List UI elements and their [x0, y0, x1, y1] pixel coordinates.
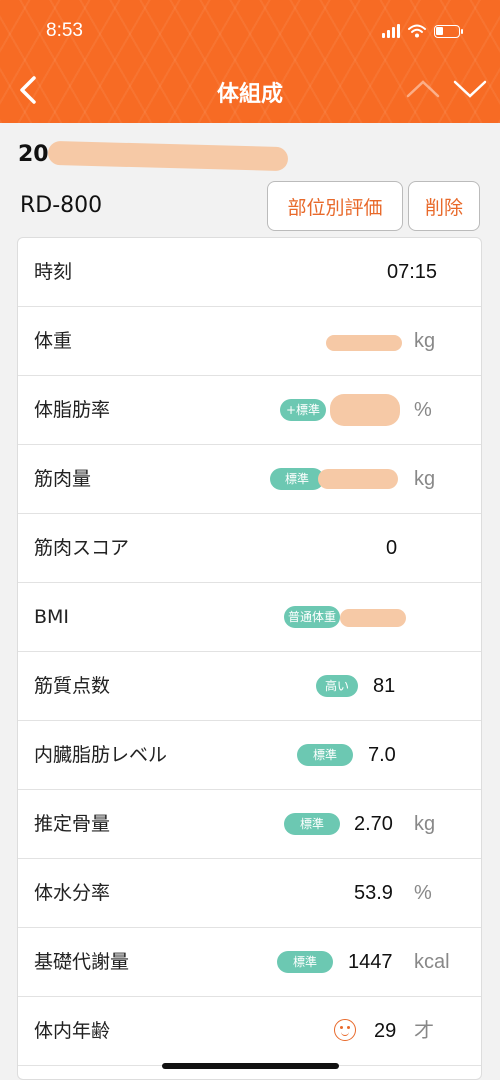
- row-muscle-quality: 筋質点数 高い 81: [18, 652, 481, 721]
- redaction: [47, 140, 289, 172]
- row-weight: 体重 kg: [18, 307, 481, 376]
- status-badge: 標準: [297, 744, 353, 766]
- row-label: 体重: [34, 330, 73, 352]
- face-icon: [334, 1019, 356, 1041]
- row-body-water: 体水分率 53.9 %: [18, 859, 481, 928]
- row-value: 2.70: [354, 813, 393, 835]
- row-label: 体内年齢: [34, 1020, 111, 1042]
- row-unit: kcal: [414, 951, 450, 973]
- row-time: 時刻 07:15: [18, 238, 481, 307]
- row-basal-metabolism: 基礎代謝量 標準 1447 kcal: [18, 928, 481, 997]
- row-label: BMI: [34, 606, 70, 628]
- row-label: 筋肉スコア: [34, 537, 130, 559]
- row-label: 筋肉量: [34, 468, 92, 490]
- row-unit: kg: [414, 468, 436, 490]
- redaction: [326, 335, 402, 351]
- row-value: 1447: [348, 951, 393, 973]
- device-name: RD-800: [20, 193, 103, 218]
- status-badge: 普通体重: [284, 606, 340, 628]
- redaction: [318, 469, 398, 489]
- header-bar: 8:53 体組成: [0, 0, 500, 123]
- row-muscle-mass: 筋肉量 標準 kg: [18, 445, 481, 514]
- row-unit: kg: [414, 813, 436, 835]
- status-badge: 標準: [284, 813, 340, 835]
- row-body-fat: 体脂肪率 +標準 %: [18, 376, 481, 445]
- row-label: 時刻: [34, 261, 73, 283]
- row-value: 53.9: [354, 882, 393, 904]
- home-indicator: [162, 1063, 339, 1069]
- status-icons: [382, 22, 463, 40]
- row-label: 筋質点数: [34, 675, 111, 697]
- chevron-up-icon: [406, 80, 440, 98]
- row-value: 29: [374, 1020, 397, 1042]
- row-muscle-score: 筋肉スコア 0: [18, 514, 481, 583]
- row-bone-mass: 推定骨量 標準 2.70 kg: [18, 790, 481, 859]
- row-unit: %: [414, 882, 432, 904]
- record-date: 20: [18, 142, 49, 167]
- redaction: [340, 609, 406, 627]
- row-label: 体水分率: [34, 882, 111, 904]
- row-value: 07:15: [387, 261, 438, 283]
- row-body-age: 体内年齢 29 才: [18, 997, 481, 1066]
- row-label: 体脂肪率: [34, 399, 111, 421]
- status-time: 8:53: [46, 20, 83, 41]
- signal-icon: [382, 24, 400, 38]
- delete-button[interactable]: 削除: [408, 181, 480, 231]
- row-label: 基礎代謝量: [34, 951, 130, 973]
- row-unit: 才: [414, 1020, 434, 1042]
- part-evaluation-button[interactable]: 部位別評価: [267, 181, 403, 231]
- row-value: 0: [386, 537, 398, 559]
- row-bmi: BMI 普通体重: [18, 583, 481, 652]
- wifi-icon: [408, 24, 426, 38]
- row-unit: %: [414, 399, 432, 421]
- chevron-down-icon[interactable]: [452, 76, 488, 102]
- row-label: 推定骨量: [34, 813, 111, 835]
- row-value: 7.0: [368, 744, 396, 766]
- row-visceral-fat: 内臓脂肪レベル 標準 7.0: [18, 721, 481, 790]
- row-unit: kg: [414, 330, 436, 352]
- measurement-list: 時刻 07:15 体重 kg 体脂肪率 +標準 % 筋肉量 標準 kg 筋肉スコ…: [17, 237, 482, 1080]
- status-badge: 高い: [316, 675, 358, 697]
- status-badge: +標準: [280, 399, 326, 421]
- status-badge: 標準: [277, 951, 333, 973]
- row-label: 内臓脂肪レベル: [34, 744, 168, 766]
- status-badge: 標準: [270, 468, 324, 490]
- row-value: 81: [373, 675, 396, 697]
- redaction: [330, 394, 400, 426]
- battery-icon: [434, 24, 463, 38]
